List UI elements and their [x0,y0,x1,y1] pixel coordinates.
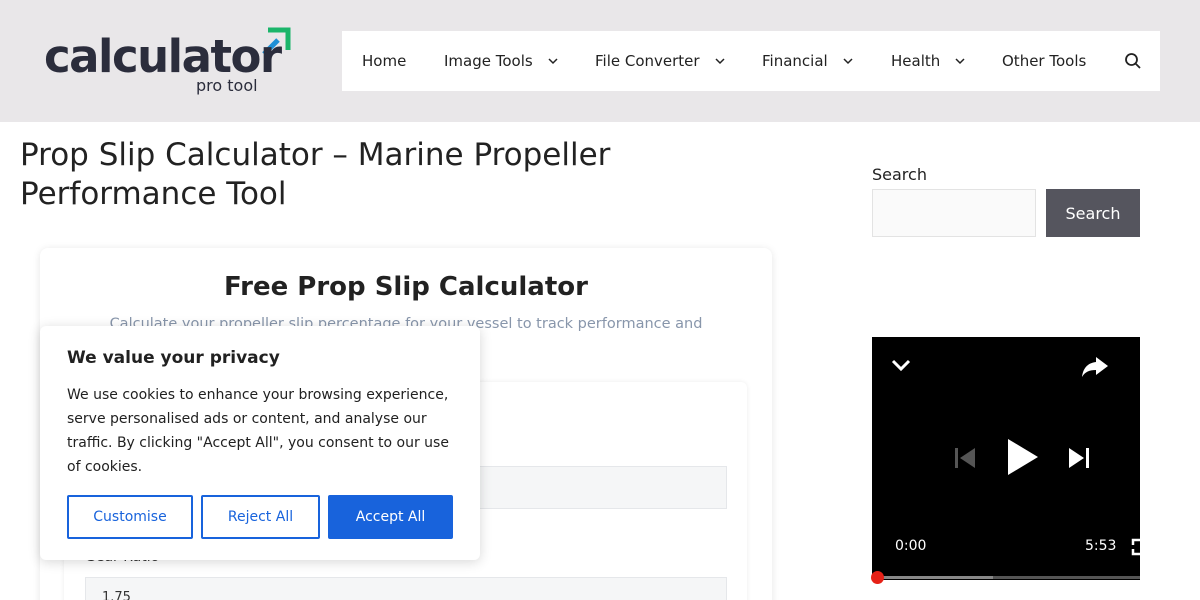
nav-item-label: Home [362,52,407,70]
nav-item-financial[interactable]: Financial [762,31,854,91]
customise-button[interactable]: Customise [67,495,193,539]
chevron-down-icon[interactable] [890,357,912,373]
reject-all-button[interactable]: Reject All [201,495,320,539]
accept-all-button[interactable]: Accept All [328,495,453,539]
search-icon[interactable] [1124,52,1142,70]
sidebar-search-input[interactable] [872,189,1036,237]
nav-item-image-tools[interactable]: Image Tools [444,31,559,91]
fullscreen-icon[interactable] [1131,538,1140,556]
chevron-down-icon [843,58,853,65]
site-logo[interactable]: calculator pro tool [44,26,294,100]
share-icon[interactable] [1080,355,1110,379]
video-duration: 5:53 [1085,538,1117,554]
previous-icon[interactable] [952,445,978,471]
nav-item-home[interactable]: Home [362,31,406,91]
gear-ratio-input[interactable]: 1.75 [85,577,727,600]
cookie-text: We use cookies to enhance your browsing … [67,387,449,475]
nav-item-label: File Converter [595,52,700,70]
nav-item-label: Image Tools [444,52,533,70]
sidebar-search-button[interactable]: Search [1046,189,1140,237]
logo-wordmark: calculator [44,30,282,83]
main-nav: Home Image Tools File Converter Financia… [342,31,1160,91]
video-current-time: 0:00 [895,538,927,554]
video-scrubber-handle[interactable] [871,571,884,584]
site-header: calculator pro tool Home Image Tools Fil… [0,0,1200,122]
chevron-down-icon [548,58,558,65]
play-icon[interactable] [1002,435,1042,479]
page-title: Prop Slip Calculator – Marine Propeller … [20,137,611,212]
video-player[interactable]: 0:00 5:53 [872,337,1140,580]
cookie-consent-banner: We value your privacy We use cookies to … [40,326,480,560]
nav-item-file-converter[interactable]: File Converter [595,31,726,91]
next-icon[interactable] [1066,445,1092,471]
nav-item-other-tools[interactable]: Other Tools [1002,31,1086,91]
video-buffer-bar [872,576,993,579]
logo-tagline: pro tool [196,76,258,95]
chevron-down-icon [715,58,725,65]
calculator-title: Free Prop Slip Calculator [224,272,588,302]
nav-item-label: Other Tools [1002,52,1087,70]
nav-item-label: Financial [762,52,828,70]
nav-item-label: Health [891,52,941,70]
nav-item-health[interactable]: Health [891,31,966,91]
sidebar-search-label: Search [872,165,927,184]
cookie-title: We value your privacy [67,348,280,368]
chevron-down-icon [955,58,965,65]
